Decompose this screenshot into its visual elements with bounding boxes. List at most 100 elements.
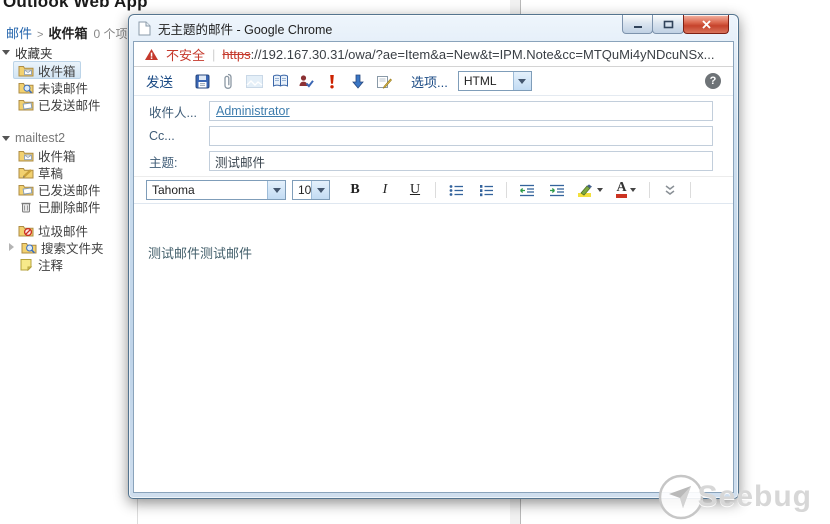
notes-icon bbox=[20, 258, 33, 271]
owa-app-title: Outlook Web App bbox=[3, 0, 148, 11]
importance-low-icon bbox=[352, 74, 364, 89]
group-label: mailtest2 bbox=[15, 131, 66, 145]
address-book-button[interactable] bbox=[267, 71, 293, 91]
sent-mail-icon bbox=[18, 99, 34, 110]
signature-icon bbox=[377, 75, 392, 89]
to-field[interactable]: Administrator bbox=[209, 101, 713, 121]
subject-label: 主题: bbox=[149, 155, 178, 170]
recipient-chip[interactable]: Administrator bbox=[210, 104, 290, 118]
compose-toolbar: 发送 选项... HTML ? bbox=[134, 67, 733, 96]
cc-button[interactable]: Cc... bbox=[149, 129, 209, 143]
sidebar-item-junk[interactable]: 垃圾邮件 bbox=[18, 222, 88, 239]
tree-group-mailtest2[interactable]: mailtest2 bbox=[2, 130, 65, 146]
options-button[interactable]: 选项... bbox=[411, 72, 448, 91]
junk-mail-icon bbox=[18, 225, 34, 236]
insert-image-button[interactable] bbox=[241, 71, 267, 91]
cc-field[interactable] bbox=[209, 126, 713, 146]
double-chevron-down-icon bbox=[665, 184, 675, 195]
italic-button[interactable]: I bbox=[372, 180, 398, 200]
breadcrumb-mail-link[interactable]: 邮件 bbox=[6, 26, 32, 41]
check-names-button[interactable] bbox=[293, 71, 319, 91]
attach-file-button[interactable] bbox=[215, 71, 241, 91]
highlight-button[interactable] bbox=[574, 180, 606, 200]
sidebar-item-search-folders[interactable]: 搜索文件夹 bbox=[9, 239, 104, 256]
highlight-pen-icon bbox=[578, 183, 592, 197]
not-secure-warning-icon bbox=[145, 48, 158, 60]
url-text[interactable]: https://192.167.30.31/owa/?ae=Item&a=New… bbox=[222, 47, 714, 62]
sidebar-item-label: 已删除邮件 bbox=[38, 200, 101, 215]
breadcrumb-inbox[interactable]: 收件箱 bbox=[48, 26, 87, 41]
increase-indent-icon bbox=[550, 184, 564, 196]
font-color-button[interactable]: A bbox=[610, 180, 642, 200]
maximize-button[interactable] bbox=[652, 15, 684, 34]
cc-input[interactable] bbox=[210, 128, 712, 144]
message-body-text: 测试邮件测试邮件 bbox=[148, 246, 253, 261]
collapse-twisty-icon[interactable] bbox=[2, 49, 10, 55]
group-label: 收藏夹 bbox=[15, 46, 53, 61]
page-icon bbox=[138, 21, 151, 35]
font-color-icon: A bbox=[616, 181, 627, 198]
numbered-list-icon bbox=[479, 184, 493, 196]
message-body-editor[interactable]: 测试邮件测试邮件 bbox=[134, 233, 733, 492]
expand-twisty-icon[interactable] bbox=[9, 243, 14, 251]
numbered-list-button[interactable] bbox=[473, 180, 499, 200]
signature-button[interactable] bbox=[371, 71, 397, 91]
sidebar-item-deleted[interactable]: 已删除邮件 bbox=[18, 198, 101, 215]
toolbar-separator bbox=[506, 182, 507, 198]
sent-mail-icon bbox=[18, 184, 34, 195]
address-book-icon bbox=[272, 74, 288, 87]
screen: Outlook Web App 邮件 > 收件箱 0 个项目 收藏夹 收件箱 未读邮件… bbox=[0, 0, 830, 524]
breadcrumb: 邮件 > 收件箱 0 个项目 bbox=[6, 23, 139, 42]
subject-row: 主题: bbox=[149, 151, 713, 171]
to-button[interactable]: 收件人... bbox=[149, 102, 209, 121]
watermark-text: Seebug bbox=[697, 480, 812, 513]
bullet-list-button[interactable] bbox=[443, 180, 469, 200]
window-title: 无主题的邮件 - Google Chrome bbox=[158, 22, 333, 37]
bold-button[interactable]: B bbox=[342, 180, 368, 200]
to-row: 收件人... Administrator bbox=[149, 101, 713, 121]
increase-indent-button[interactable] bbox=[544, 180, 570, 200]
search-folder-icon bbox=[21, 242, 37, 253]
importance-low-button[interactable] bbox=[345, 71, 371, 91]
url-rest: ://192.167.30.31/owa/?ae=Item&a=New&t=IP… bbox=[250, 46, 715, 62]
decrease-indent-button[interactable] bbox=[514, 180, 540, 200]
sidebar-item-inbox[interactable]: 收件箱 bbox=[18, 147, 76, 164]
sidebar-item-inbox-fav[interactable]: 收件箱 bbox=[13, 61, 81, 79]
deleted-items-icon bbox=[21, 202, 31, 212]
window-controls bbox=[622, 15, 729, 34]
send-button[interactable]: 发送 bbox=[146, 71, 173, 91]
format-mode-select[interactable]: HTML bbox=[457, 71, 532, 91]
minimize-button[interactable] bbox=[622, 15, 653, 34]
font-family-select[interactable]: Tahoma bbox=[146, 180, 286, 200]
sidebar-item-unread-mail[interactable]: 未读邮件 bbox=[18, 79, 88, 96]
dropdown-caret-icon bbox=[597, 188, 603, 192]
font-size-select[interactable]: 10 bbox=[292, 180, 330, 200]
subject-input[interactable] bbox=[210, 153, 712, 169]
address-bar[interactable]: 不安全 | https://192.167.30.31/owa/?ae=Item… bbox=[134, 42, 733, 67]
sidebar-item-sent[interactable]: 已发送邮件 bbox=[18, 181, 101, 198]
underline-button[interactable]: U bbox=[402, 180, 428, 200]
url-scheme: https bbox=[222, 46, 251, 62]
sidebar-item-notes[interactable]: 注释 bbox=[18, 256, 64, 273]
sidebar-item-drafts[interactable]: 草稿 bbox=[18, 164, 63, 181]
dropdown-arrow-icon bbox=[267, 181, 285, 199]
close-button[interactable] bbox=[683, 15, 729, 34]
help-button[interactable]: ? bbox=[705, 73, 721, 89]
sidebar-item-label: 注释 bbox=[38, 258, 64, 273]
help-icon: ? bbox=[709, 75, 717, 87]
more-formatting-button[interactable] bbox=[657, 180, 683, 200]
collapse-twisty-icon[interactable] bbox=[2, 135, 10, 141]
importance-high-button[interactable] bbox=[319, 71, 345, 91]
address-separator: | bbox=[212, 46, 216, 62]
save-button[interactable] bbox=[189, 71, 215, 91]
paperclip-icon bbox=[224, 73, 232, 89]
subject-field[interactable] bbox=[209, 151, 713, 171]
dropdown-arrow-icon bbox=[512, 72, 531, 90]
tree-group-favorites[interactable]: 收藏夹 bbox=[2, 44, 53, 61]
font-size-value: 10 bbox=[298, 183, 311, 197]
sidebar-item-sent-fav[interactable]: 已发送邮件 bbox=[18, 96, 101, 113]
formatting-toolbar: Tahoma 10 B I U A bbox=[134, 176, 733, 204]
not-secure-label: 不安全 bbox=[166, 47, 206, 63]
watermark: Seebug bbox=[656, 472, 812, 522]
inbox-folder-icon bbox=[18, 65, 34, 76]
